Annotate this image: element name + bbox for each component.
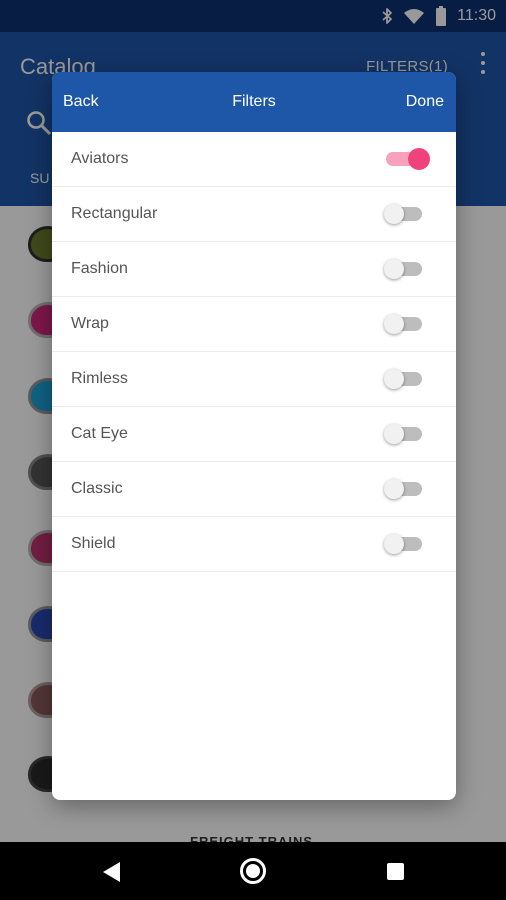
filter-label: Fashion bbox=[71, 260, 128, 277]
filter-toggle-classic[interactable] bbox=[384, 479, 422, 499]
filter-row-aviators[interactable]: Aviators bbox=[52, 132, 456, 187]
filter-row-rectangular[interactable]: Rectangular bbox=[52, 187, 456, 242]
filter-toggle-fashion[interactable] bbox=[384, 259, 422, 279]
filter-label: Cat Eye bbox=[71, 425, 128, 442]
nav-recents-icon[interactable] bbox=[387, 863, 404, 880]
filter-row-cat-eye[interactable]: Cat Eye bbox=[52, 407, 456, 462]
dialog-header: Back Filters Done bbox=[52, 72, 456, 132]
filter-toggle-wrap[interactable] bbox=[384, 314, 422, 334]
filter-row-wrap[interactable]: Wrap bbox=[52, 297, 456, 352]
filter-row-classic[interactable]: Classic bbox=[52, 462, 456, 517]
filter-toggle-aviators[interactable] bbox=[386, 148, 430, 170]
filter-label: Shield bbox=[71, 535, 116, 552]
nav-back-icon[interactable] bbox=[101, 861, 121, 883]
filter-row-rimless[interactable]: Rimless bbox=[52, 352, 456, 407]
done-button[interactable]: Done bbox=[406, 93, 444, 111]
filters-dialog: Back Filters Done Aviators Rectangular F… bbox=[52, 72, 456, 800]
filter-label: Rimless bbox=[71, 370, 128, 387]
navigation-bar bbox=[0, 842, 506, 900]
filter-label: Rectangular bbox=[71, 205, 158, 222]
filter-label: Classic bbox=[71, 480, 123, 497]
filter-toggle-shield[interactable] bbox=[384, 534, 422, 554]
dialog-title: Filters bbox=[232, 93, 276, 110]
filter-list: Aviators Rectangular Fashion Wrap Rimles… bbox=[52, 132, 456, 572]
filter-label: Aviators bbox=[71, 150, 129, 167]
filter-toggle-rimless[interactable] bbox=[384, 369, 422, 389]
filter-row-shield[interactable]: Shield bbox=[52, 517, 456, 572]
filter-toggle-cat-eye[interactable] bbox=[384, 424, 422, 444]
nav-home-icon[interactable] bbox=[240, 858, 266, 884]
filter-row-fashion[interactable]: Fashion bbox=[52, 242, 456, 297]
filter-toggle-rectangular[interactable] bbox=[384, 204, 422, 224]
filter-label: Wrap bbox=[71, 315, 109, 332]
